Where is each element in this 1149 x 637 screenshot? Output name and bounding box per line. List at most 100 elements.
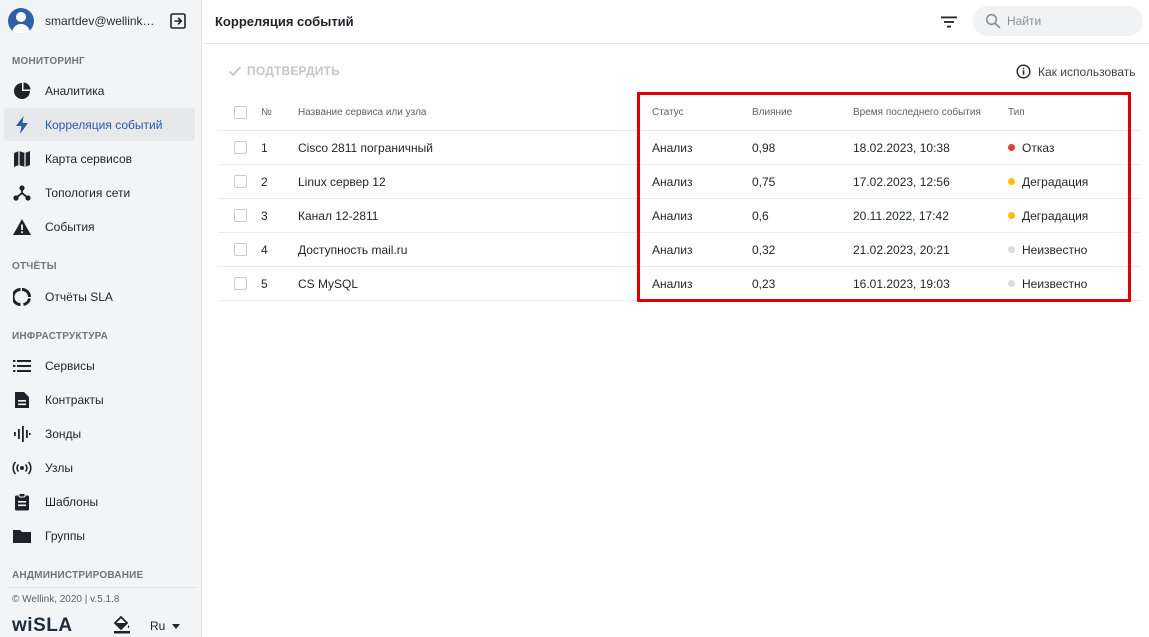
row-type: Деградация xyxy=(1008,199,1088,232)
sidebar-item-contracts[interactable]: Контракты xyxy=(4,383,195,416)
row-num: 3 xyxy=(261,208,268,223)
row-status: Анализ xyxy=(652,208,693,223)
sidebar-item-services[interactable]: Сервисы xyxy=(4,349,195,382)
sidebar-item-service-map[interactable]: Карта сервисов xyxy=(4,142,195,175)
section-reports: ОТЧЁТЫ xyxy=(12,261,57,272)
row-time: 20.11.2022, 17:42 xyxy=(853,208,949,223)
column-header-time[interactable]: Время последнего события xyxy=(853,94,981,130)
logo: wiSLA xyxy=(12,615,73,637)
row-status: Анализ xyxy=(652,276,693,291)
sidebar-item-probes[interactable]: Зонды xyxy=(4,417,195,450)
sidebar-item-label: Карта сервисов xyxy=(45,151,133,166)
status-dot xyxy=(1008,212,1015,219)
sidebar-item-sla-reports[interactable]: Отчёты SLA xyxy=(4,280,195,313)
folder-icon xyxy=(12,526,32,546)
sidebar-item-label: Контракты xyxy=(45,392,104,407)
user-profile[interactable]: smartdev@wellink.ru xyxy=(8,7,194,35)
table-row[interactable]: 5 CS MySQL Анализ 0,23 16.01.2023, 19:03… xyxy=(218,267,1141,301)
row-select-cell xyxy=(234,233,247,266)
row-type: Неизвестно xyxy=(1008,267,1087,300)
row-checkbox[interactable] xyxy=(234,209,247,222)
row-select-cell xyxy=(234,267,247,300)
column-header-num[interactable]: № xyxy=(261,94,272,130)
logout-icon[interactable] xyxy=(168,11,188,31)
broadcast-icon xyxy=(12,458,32,478)
list-icon xyxy=(12,356,32,376)
info-icon xyxy=(1016,64,1031,79)
row-name: CS MySQL xyxy=(298,276,359,291)
column-header-type[interactable]: Тип xyxy=(1008,94,1025,130)
checkmark-icon xyxy=(228,66,242,77)
paint-bucket-icon[interactable] xyxy=(112,614,132,634)
row-time: 17.02.2023, 12:56 xyxy=(853,174,950,189)
sidebar-item-correlation[interactable]: Корреляция событий xyxy=(4,108,195,141)
filter-icon[interactable] xyxy=(939,12,959,32)
sidebar-item-events[interactable]: События xyxy=(4,210,195,243)
table-row[interactable]: 1 Cisco 2811 пограничный Анализ 0,98 18.… xyxy=(218,131,1141,165)
section-monitoring: МОНИТОРИНГ xyxy=(12,56,85,67)
sidebar-item-topology[interactable]: Топология сети xyxy=(4,176,195,209)
status-dot xyxy=(1008,246,1015,253)
status-dot xyxy=(1008,280,1015,287)
row-type-label: Неизвестно xyxy=(1022,276,1088,291)
sidebar-item-label: Зонды xyxy=(45,426,82,441)
row-name: Linux сервер 12 xyxy=(298,174,386,189)
row-name: Cisco 2811 пограничный xyxy=(298,140,433,155)
column-header-impact[interactable]: Влияние xyxy=(752,94,792,130)
status-dot xyxy=(1008,144,1015,151)
sidebar-item-nodes[interactable]: Узлы xyxy=(4,451,195,484)
row-impact: 0,75 xyxy=(752,174,776,189)
sidebar-item-label: Топология сети xyxy=(45,185,131,200)
row-status: Анализ xyxy=(652,174,693,189)
table-row[interactable]: 2 Linux сервер 12 Анализ 0,75 17.02.2023… xyxy=(218,165,1141,199)
row-type-label: Деградация xyxy=(1022,208,1089,223)
row-type-label: Неизвестно xyxy=(1022,242,1088,257)
row-select-cell xyxy=(234,165,247,198)
sidebar-item-label: Шаблоны xyxy=(45,494,99,509)
warning-icon xyxy=(12,217,32,237)
row-type-label: Деградация xyxy=(1022,174,1089,189)
row-checkbox[interactable] xyxy=(234,175,247,188)
user-email: smartdev@wellink.ru xyxy=(45,14,155,28)
row-num: 4 xyxy=(261,242,268,257)
row-num: 2 xyxy=(261,174,268,189)
sidebar-item-label: Отчёты SLA xyxy=(45,289,113,304)
confirm-button[interactable]: ПОДТВЕРДИТЬ xyxy=(228,64,340,78)
row-type: Неизвестно xyxy=(1008,233,1087,266)
row-checkbox[interactable] xyxy=(234,277,247,290)
sidebar-item-analytics[interactable]: Аналитика xyxy=(4,74,195,107)
donut-chart-icon xyxy=(12,287,32,307)
select-all-checkbox[interactable] xyxy=(234,105,247,119)
sidebar-item-label: Аналитика xyxy=(45,83,105,98)
row-time: 21.02.2023, 20:21 xyxy=(853,242,950,257)
row-time: 18.02.2023, 10:38 xyxy=(853,140,950,155)
sidebar-item-templates[interactable]: Шаблоны xyxy=(4,485,195,518)
page-title: Корреляция событий xyxy=(215,14,354,29)
sidebar-divider xyxy=(8,587,196,588)
table-row[interactable]: 3 Канал 12-2811 Анализ 0,6 20.11.2022, 1… xyxy=(218,199,1141,233)
row-impact: 0,98 xyxy=(752,140,776,155)
language-select[interactable]: Ru xyxy=(150,619,181,633)
sidebar-item-label: Сервисы xyxy=(45,358,95,373)
row-impact: 0,6 xyxy=(752,208,769,223)
how-to-use-label: Как использовать xyxy=(1038,64,1136,79)
pie-chart-icon xyxy=(12,81,32,101)
table-row[interactable]: 4 Доступность mail.ru Анализ 0,32 21.02.… xyxy=(218,233,1141,267)
sidebar: smartdev@wellink.ru МОНИТОРИНГ Аналитика… xyxy=(0,0,202,637)
search-box[interactable] xyxy=(973,6,1143,36)
row-select-cell xyxy=(234,131,247,164)
logo-text-rest: SLA xyxy=(33,615,73,636)
row-checkbox[interactable] xyxy=(234,243,247,256)
row-num: 5 xyxy=(261,276,268,291)
search-input[interactable] xyxy=(1007,14,1127,28)
sidebar-item-groups[interactable]: Группы xyxy=(4,519,195,552)
row-type: Деградация xyxy=(1008,165,1088,198)
how-to-use-link[interactable]: Как использовать xyxy=(1016,64,1136,79)
row-checkbox[interactable] xyxy=(234,141,247,154)
column-header-name[interactable]: Название сервиса или узла xyxy=(298,94,426,130)
column-header-status[interactable]: Статус xyxy=(652,94,684,130)
avatar[interactable] xyxy=(8,8,34,34)
row-name: Доступность mail.ru xyxy=(298,242,408,257)
row-status: Анализ xyxy=(652,242,693,257)
sidebar-item-label: События xyxy=(45,219,95,234)
